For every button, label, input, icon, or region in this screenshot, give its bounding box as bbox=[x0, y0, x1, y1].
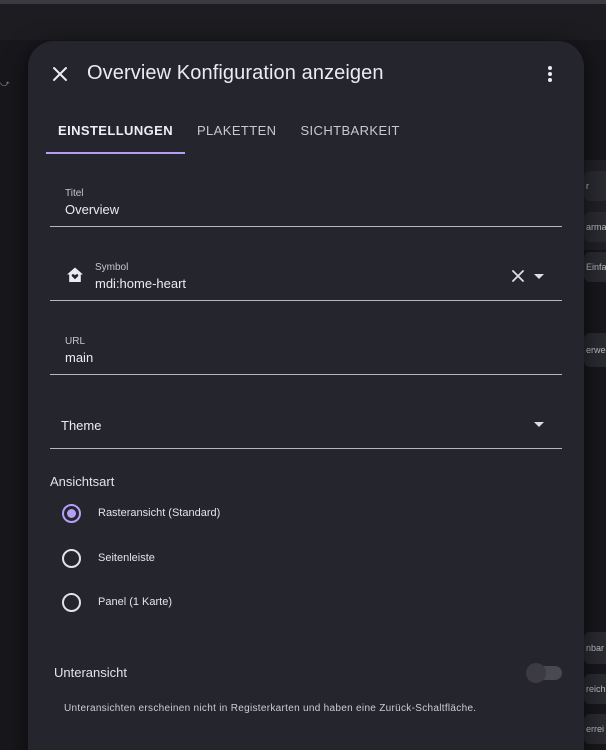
toggle-knob bbox=[526, 663, 546, 683]
subview-description: Unteransichten erscheinen nicht in Regis… bbox=[64, 703, 477, 714]
background-header bbox=[0, 4, 606, 40]
view-config-dialog: Overview Konfiguration anzeigen EINSTELL… bbox=[28, 41, 584, 750]
url-field-label: URL bbox=[65, 336, 86, 347]
icon-field[interactable]: Symbol mdi:home-heart bbox=[50, 255, 562, 301]
background-item: errei bbox=[584, 714, 606, 744]
close-icon bbox=[53, 67, 67, 81]
close-button[interactable] bbox=[50, 64, 70, 84]
background-item: Einfal bbox=[584, 252, 606, 282]
tab-bar: EINSTELLUNGEN PLAKETTEN SICHTBARKEIT bbox=[46, 113, 412, 154]
clear-icon-button[interactable] bbox=[510, 268, 526, 284]
background-item: nbar bbox=[584, 632, 606, 664]
radio-masonry[interactable]: Rasteransicht (Standard) bbox=[62, 501, 220, 525]
radio-button-checked[interactable] bbox=[62, 503, 81, 523]
subview-toggle[interactable] bbox=[526, 663, 562, 683]
tab-settings[interactable]: EINSTELLUNGEN bbox=[46, 113, 185, 154]
tab-visibility[interactable]: SICHTBARKEIT bbox=[288, 113, 411, 153]
title-field-label: Titel bbox=[65, 188, 84, 199]
chevron-down-icon[interactable] bbox=[534, 274, 544, 279]
radio-button[interactable] bbox=[62, 548, 81, 568]
theme-select-placeholder: Theme bbox=[61, 418, 102, 433]
background-item: arman bbox=[584, 212, 606, 242]
background-glyph: ⤻ bbox=[0, 78, 10, 88]
url-field[interactable]: URL main bbox=[50, 329, 562, 375]
view-type-heading: Ansichtsart bbox=[50, 474, 115, 489]
radio-label: Rasteransicht (Standard) bbox=[98, 507, 221, 519]
icon-field-value: mdi:home-heart bbox=[95, 276, 187, 291]
dialog-header: Overview Konfiguration anzeigen bbox=[28, 41, 584, 107]
radio-sidebar[interactable]: Seitenleiste bbox=[62, 546, 155, 570]
radio-label: Panel (1 Karte) bbox=[98, 596, 172, 608]
dialog-title: Overview Konfiguration anzeigen bbox=[87, 62, 384, 84]
chevron-down-icon[interactable] bbox=[534, 422, 544, 427]
radio-label: Seitenleiste bbox=[98, 552, 155, 564]
title-field-value: Overview bbox=[65, 202, 120, 217]
theme-select[interactable]: Theme bbox=[50, 403, 562, 449]
background-item: erwed bbox=[584, 333, 606, 367]
close-icon bbox=[512, 270, 524, 282]
radio-button[interactable] bbox=[62, 592, 81, 612]
background-item: reich bbox=[584, 674, 606, 704]
icon-field-label: Symbol bbox=[95, 262, 129, 273]
subview-label: Unteransicht bbox=[54, 665, 127, 680]
home-heart-icon bbox=[67, 267, 83, 282]
url-field-value: main bbox=[65, 350, 94, 365]
overflow-menu-button[interactable] bbox=[540, 64, 560, 84]
background-chip: r bbox=[584, 171, 606, 201]
tab-badges[interactable]: PLAKETTEN bbox=[185, 113, 288, 153]
radio-panel[interactable]: Panel (1 Karte) bbox=[62, 590, 172, 614]
dots-vertical-icon bbox=[548, 66, 552, 82]
title-field[interactable]: Titel Overview bbox=[50, 181, 562, 227]
